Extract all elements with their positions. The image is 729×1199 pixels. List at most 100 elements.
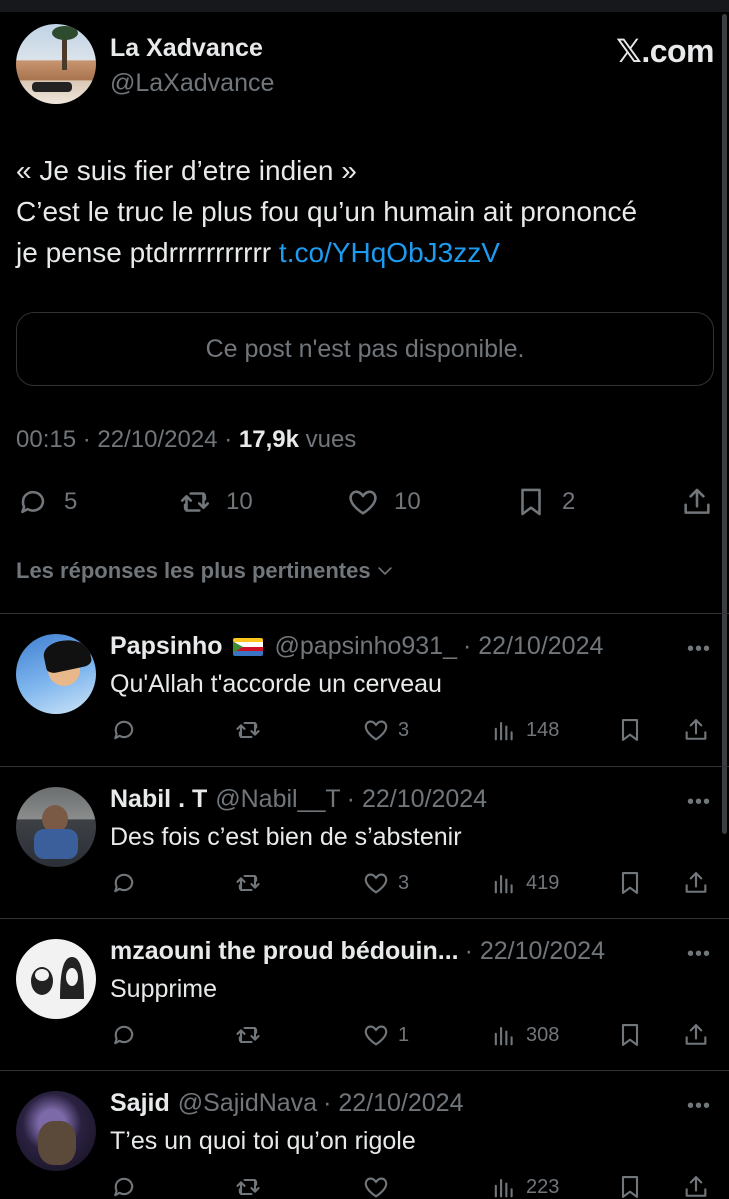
- bookmark-button[interactable]: [616, 1167, 644, 1199]
- tweet-line-1: « Je suis fier d’etre indien »: [16, 155, 357, 186]
- x-com-logo[interactable]: 𝕏.com: [616, 32, 714, 70]
- heart-icon: [349, 490, 377, 515]
- repost-icon: [180, 492, 210, 512]
- views-count: 148: [526, 718, 560, 741]
- reply-actions: 223: [110, 1167, 714, 1199]
- repost-button[interactable]: [234, 1167, 262, 1199]
- views-count: 419: [526, 871, 560, 894]
- more-options-icon[interactable]: •••: [687, 1095, 711, 1118]
- like-button[interactable]: 3: [362, 863, 409, 903]
- comoros-flag-icon: [232, 637, 263, 656]
- reply-button[interactable]: [110, 863, 138, 903]
- like-button[interactable]: [362, 1167, 398, 1199]
- reply-author-name[interactable]: mzaouni the proud bédouin...: [110, 937, 459, 966]
- reply-actions: 3 419: [110, 863, 714, 903]
- replies-sort-dropdown[interactable]: Les réponses les plus pertinentes: [16, 558, 395, 584]
- like-button[interactable]: 3: [362, 710, 409, 750]
- bookmark-button[interactable]: [616, 710, 644, 750]
- reply-button[interactable]: 5: [16, 480, 77, 524]
- reply-icon: [114, 720, 134, 740]
- author-display-name[interactable]: La Xadvance: [110, 34, 263, 63]
- share-button[interactable]: [680, 480, 714, 524]
- x-logo-icon: 𝕏: [616, 32, 642, 70]
- quoted-post-unavailable: Ce post n'est pas disponible.: [16, 312, 714, 386]
- share-button[interactable]: [682, 710, 710, 750]
- repost-icon: [236, 721, 260, 739]
- reply-item[interactable]: Sajid @SajidNava · 22/10/2024 ••• T’es u…: [0, 1071, 729, 1199]
- heart-icon: [364, 873, 388, 894]
- reply-date[interactable]: · 22/10/2024: [323, 1089, 463, 1118]
- repost-button[interactable]: [234, 1015, 262, 1055]
- share-icon: [685, 1176, 707, 1197]
- reply-header: Sajid @SajidNava · 22/10/2024: [110, 1089, 464, 1118]
- views-button[interactable]: 223: [490, 1167, 559, 1199]
- reply-author-name[interactable]: Sajid: [110, 1089, 170, 1118]
- bookmark-icon: [621, 1176, 639, 1198]
- bookmark-icon: [521, 488, 541, 516]
- repost-button[interactable]: [234, 710, 262, 750]
- views-label: vues: [305, 426, 357, 453]
- share-button[interactable]: [682, 863, 710, 903]
- share-button[interactable]: [682, 1167, 710, 1199]
- more-options-icon[interactable]: •••: [687, 791, 711, 814]
- views-button[interactable]: 419: [490, 863, 559, 903]
- repost-button[interactable]: 10: [178, 480, 253, 524]
- reply-avatar[interactable]: [16, 787, 96, 867]
- meta-separator: ·: [224, 426, 233, 453]
- reply-author-name[interactable]: Papsinho: [110, 632, 223, 661]
- reply-text: Supprime: [110, 975, 217, 1003]
- reply-text: Des fois c’est bien de s’abstenir: [110, 823, 462, 851]
- reply-avatar[interactable]: [16, 1091, 96, 1171]
- share-icon: [685, 719, 707, 740]
- reply-author-handle[interactable]: @SajidNava: [178, 1089, 317, 1118]
- bookmark-button[interactable]: [616, 1015, 644, 1055]
- share-icon: [685, 1024, 707, 1045]
- more-options-icon[interactable]: •••: [687, 943, 711, 966]
- like-button[interactable]: 10: [346, 480, 421, 524]
- reply-avatar[interactable]: [16, 939, 96, 1019]
- tweet-link[interactable]: t.co/YHqObJ3zzV: [279, 237, 500, 268]
- author-avatar[interactable]: [16, 24, 96, 104]
- views-button[interactable]: 148: [490, 710, 559, 750]
- reply-author-name[interactable]: Nabil . T: [110, 785, 207, 814]
- analytics-icon: [494, 874, 513, 894]
- tweet-header: La Xadvance @LaXadvance 𝕏.com: [16, 24, 716, 108]
- like-count: 3: [398, 871, 410, 894]
- tweet-time[interactable]: 00:15: [16, 426, 76, 453]
- tweet-text: « Je suis fier d’etre indien » C’est le …: [16, 150, 716, 273]
- reply-item[interactable]: mzaouni the proud bédouin... · 22/10/202…: [0, 919, 729, 1071]
- tweet-date[interactable]: 22/10/2024: [97, 426, 217, 453]
- tweet-actions-bar: 5 10 10 2: [16, 480, 716, 524]
- analytics-icon: [494, 1026, 513, 1046]
- views-count: 17,9k: [238, 426, 299, 453]
- author-handle[interactable]: @LaXadvance: [110, 69, 274, 98]
- views-button[interactable]: 308: [490, 1015, 559, 1055]
- bookmark-icon: [621, 872, 639, 894]
- bookmark-button[interactable]: 2: [514, 480, 575, 524]
- more-options-icon[interactable]: •••: [687, 638, 711, 661]
- repost-count: 10: [226, 488, 253, 515]
- like-button[interactable]: 1: [362, 1015, 409, 1055]
- repost-button[interactable]: [234, 863, 262, 903]
- share-button[interactable]: [682, 1015, 710, 1055]
- reply-date[interactable]: · 22/10/2024: [347, 785, 487, 814]
- bookmark-icon: [621, 1024, 639, 1046]
- reply-author-handle[interactable]: @Nabil__T: [215, 785, 340, 814]
- reply-avatar[interactable]: [16, 634, 96, 714]
- reply-item[interactable]: Nabil . T @Nabil__T · 22/10/2024 ••• Des…: [0, 767, 729, 919]
- reply-button[interactable]: [110, 710, 138, 750]
- reply-button[interactable]: [110, 1015, 138, 1055]
- reply-date[interactable]: · 22/10/2024: [465, 937, 605, 966]
- bookmark-count: 2: [562, 488, 576, 515]
- bookmark-button[interactable]: [616, 863, 644, 903]
- reply-button[interactable]: [110, 1167, 138, 1199]
- share-icon: [684, 488, 710, 514]
- reply-actions: 1 308: [110, 1015, 714, 1055]
- top-status-strip: [0, 0, 729, 12]
- reply-author-handle[interactable]: @papsinho931_: [275, 632, 457, 661]
- reply-text: T’es un quoi toi qu’on rigole: [110, 1127, 416, 1155]
- reply-date[interactable]: · 22/10/2024: [463, 632, 603, 661]
- heart-icon: [364, 720, 388, 741]
- reply-item[interactable]: Papsinho @papsinho931_ · 22/10/2024 ••• …: [0, 614, 729, 766]
- heart-icon: [364, 1177, 388, 1198]
